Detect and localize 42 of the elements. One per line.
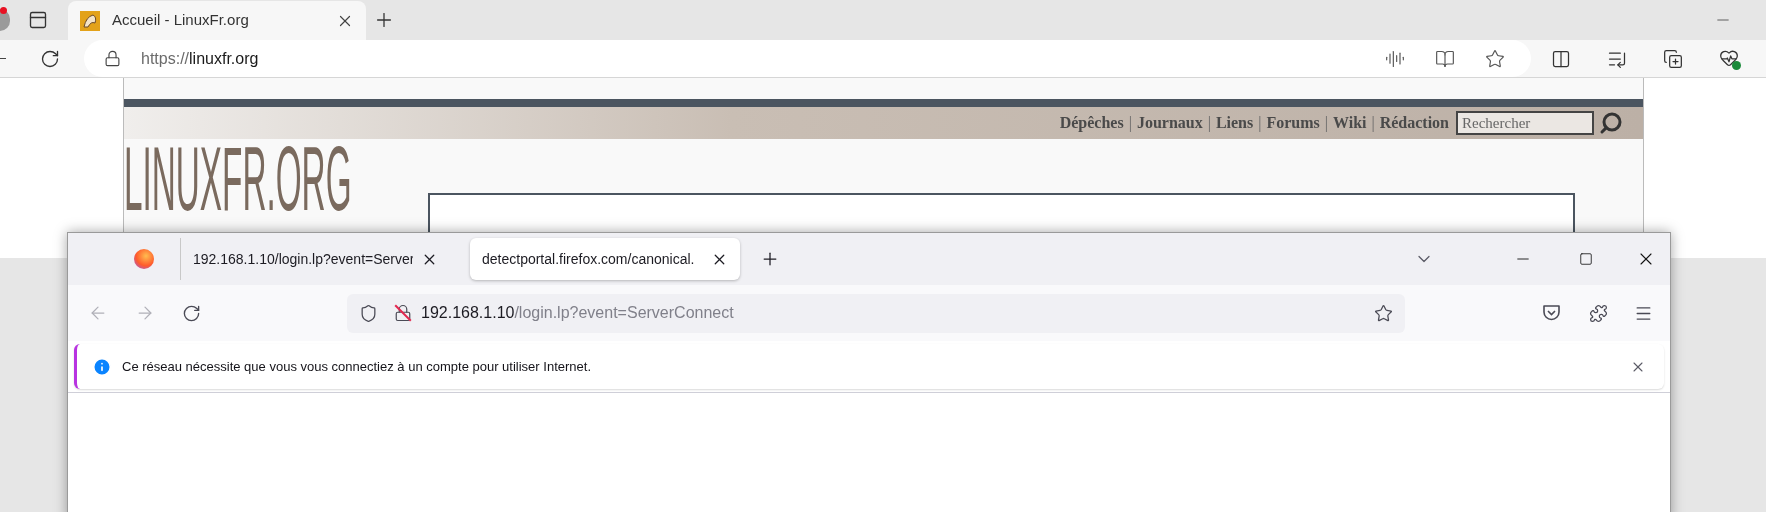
site-favicon [80,10,100,31]
refresh-icon[interactable] [40,48,60,69]
search-field[interactable]: Rechercher [1456,111,1594,135]
favorite-icon[interactable] [1485,48,1505,69]
split-screen-icon[interactable] [1551,48,1571,69]
refresh-icon[interactable] [182,303,201,323]
browser-tab[interactable]: detectportal.firefox.com/canonical. [470,238,740,280]
maximize-icon[interactable] [1579,252,1593,266]
shield-icon [359,303,378,323]
insecure-lock-icon [394,304,412,322]
site-logo: LINUXFR.ORG [124,141,352,218]
reader-icon[interactable] [1435,48,1455,69]
bookmark-icon[interactable] [1374,303,1393,323]
notification-text: Ce réseau nécessite que vous vous connectiez à un compte pour utiliser Internet. [122,357,591,376]
nav-separator: | [1324,113,1328,134]
nav-separator: | [1128,113,1132,134]
extensions-icon[interactable] [1589,303,1608,323]
nav-link[interactable]: Wiki [1332,111,1367,135]
collections-icon[interactable] [1663,48,1683,69]
nav-link[interactable]: Rédaction [1379,111,1449,135]
info-icon [92,356,112,377]
profile-icon[interactable] [0,9,10,31]
firefox-logo-icon [134,249,154,269]
url-text: https://linuxfr.org [141,48,259,69]
nav-separator: | [1207,113,1211,134]
browser-tab[interactable]: Accueil - LinuxFr.org [68,1,366,40]
tab-title: Accueil - LinuxFr.org [112,10,250,31]
read-aloud-icon[interactable] [1385,48,1405,69]
pocket-icon[interactable] [1542,304,1561,322]
address-bar[interactable]: https://linuxfr.org [84,40,1531,77]
url-text: 192.168.1.10/login.lp?event=ServerConnect [421,303,734,323]
nav-separator: | [1371,113,1375,134]
nav-link[interactable]: Journaux [1136,111,1203,135]
nav-link[interactable]: Dépêches [1059,111,1124,135]
lock-icon [104,50,121,67]
search-icon[interactable] [1599,111,1623,135]
nav-link[interactable]: Liens [1215,111,1254,135]
nav-link[interactable]: Forums [1266,111,1320,135]
nav-separator: | [1258,113,1262,134]
tab-actions-icon[interactable] [28,10,48,30]
tab-title: detectportal.firefox.com/canonical. [482,249,696,269]
address-bar[interactable]: 192.168.1.10/login.lp?event=ServerConnect [347,293,1405,333]
